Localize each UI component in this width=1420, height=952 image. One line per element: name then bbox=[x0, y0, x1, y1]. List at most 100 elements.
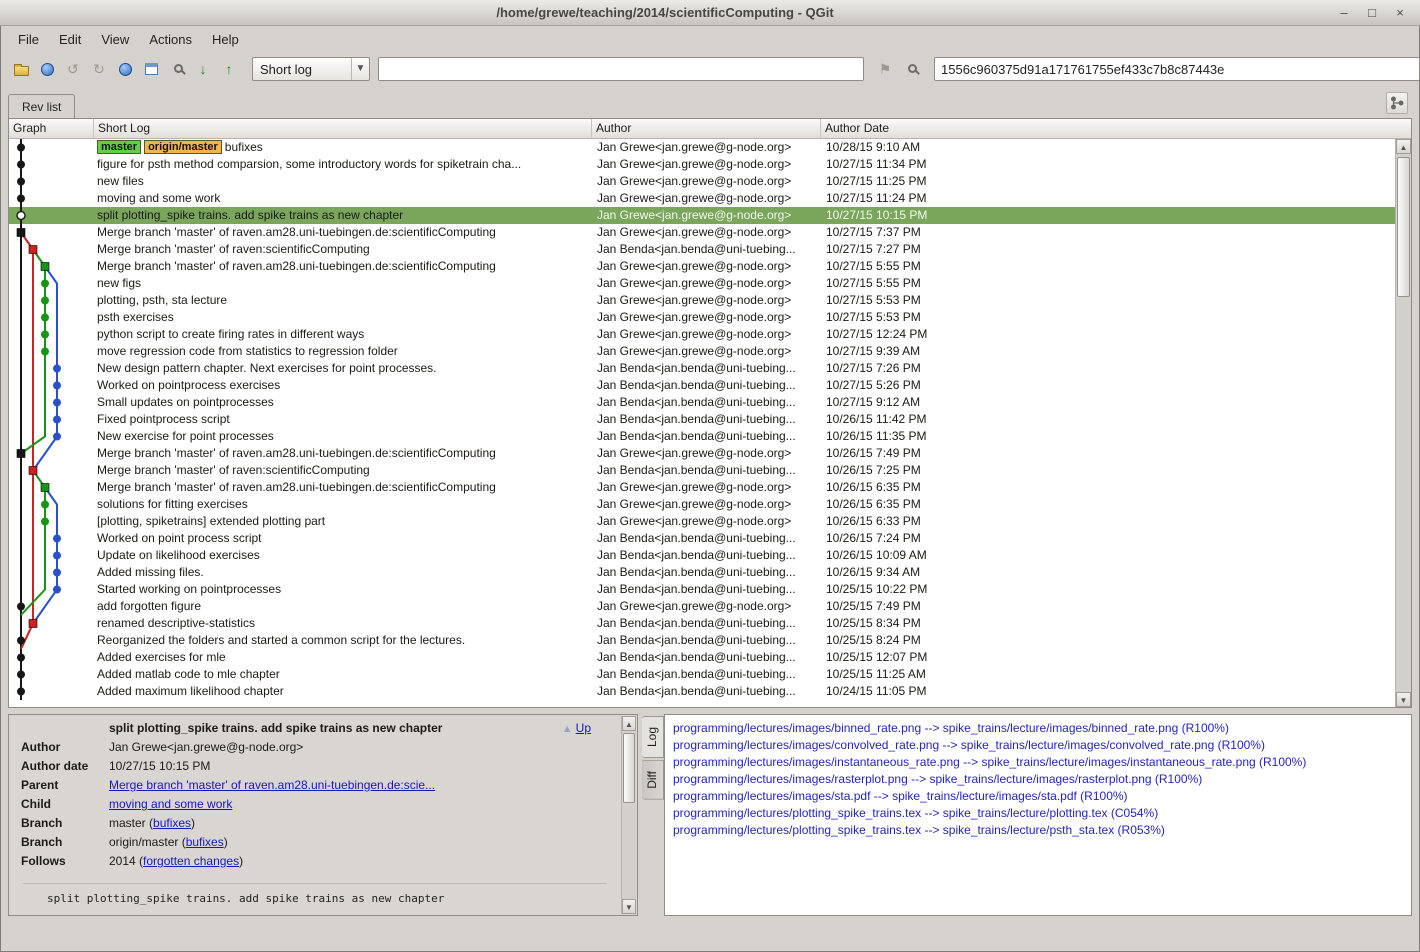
view-mode-button[interactable] bbox=[112, 56, 138, 82]
commit-row[interactable]: Merge branch 'master' of raven.am28.uni-… bbox=[9, 479, 1395, 496]
commit-row[interactable]: figure for psth method comparsion, some … bbox=[9, 156, 1395, 173]
detail-scroll-up-icon[interactable]: ▲ bbox=[622, 716, 636, 731]
close-button[interactable]: × bbox=[1386, 3, 1414, 23]
commit-row[interactable]: Merge branch 'master' of raven.am28.uni-… bbox=[9, 224, 1395, 241]
commit-row[interactable]: Merge branch 'master' of raven.am28.uni-… bbox=[9, 258, 1395, 275]
commit-row[interactable]: Merge branch 'master' of raven:scientifi… bbox=[9, 241, 1395, 258]
column-header-short-log[interactable]: Short Log bbox=[94, 119, 592, 138]
tree-view-button[interactable] bbox=[1386, 92, 1408, 114]
detail-scroll-down-icon[interactable]: ▼ bbox=[622, 899, 636, 914]
commit-row[interactable]: new files Jan Grewe<jan.grewe@g-node.org… bbox=[9, 173, 1395, 190]
commit-row[interactable]: Reorganized the folders and started a co… bbox=[9, 632, 1395, 649]
table-scrollbar[interactable]: ▲ ▼ bbox=[1395, 139, 1411, 707]
back-button[interactable]: ↺ bbox=[60, 56, 86, 82]
column-header-author[interactable]: Author bbox=[592, 119, 821, 138]
graph-cell bbox=[9, 292, 94, 309]
commit-row[interactable]: solutions for fitting exercises Jan Grew… bbox=[9, 496, 1395, 513]
menu-help[interactable]: Help bbox=[202, 29, 249, 50]
filter-input[interactable] bbox=[378, 57, 864, 81]
commit-date: 10/25/15 10:22 PM bbox=[821, 581, 1395, 598]
maximize-button[interactable]: □ bbox=[1358, 3, 1386, 23]
graph-cell bbox=[9, 360, 94, 377]
commit-row[interactable]: moving and some work Jan Grewe<jan.grewe… bbox=[9, 190, 1395, 207]
detail-field-link[interactable]: moving and some work bbox=[109, 795, 232, 814]
commit-row[interactable]: Added exercises for mle Jan Benda<jan.be… bbox=[9, 649, 1395, 666]
scroll-up-arrow-icon[interactable]: ▲ bbox=[1396, 139, 1411, 154]
commit-row[interactable]: New exercise for point processes Jan Ben… bbox=[9, 428, 1395, 445]
menu-actions[interactable]: Actions bbox=[139, 29, 202, 50]
open-repository-button[interactable] bbox=[8, 56, 34, 82]
commit-row[interactable]: psth exercises Jan Grewe<jan.grewe@g-nod… bbox=[9, 309, 1395, 326]
commit-row[interactable]: Update on likelihood exercises Jan Benda… bbox=[9, 547, 1395, 564]
detail-field-link[interactable]: Merge branch 'master' of raven.am28.uni-… bbox=[109, 776, 435, 795]
detail-field-link[interactable]: forgotten changes bbox=[143, 852, 239, 871]
commit-row[interactable]: Merge branch 'master' of raven:scientifi… bbox=[9, 462, 1395, 479]
go-down-button[interactable]: ↓ bbox=[190, 56, 216, 82]
commit-row[interactable]: Added missing files. Jan Benda<jan.benda… bbox=[9, 564, 1395, 581]
menu-view[interactable]: View bbox=[91, 29, 139, 50]
up-link[interactable]: ▲Up bbox=[562, 719, 591, 739]
file-rename-entry[interactable]: programming/lectures/images/convolved_ra… bbox=[673, 737, 1403, 754]
highlight-flag-button[interactable]: ⚑ bbox=[872, 56, 898, 82]
ref-badge-master: master bbox=[97, 140, 141, 154]
toggle-view-button[interactable] bbox=[138, 56, 164, 82]
file-rename-entry[interactable]: programming/lectures/plotting_spike_trai… bbox=[673, 805, 1403, 822]
file-rename-entry[interactable]: programming/lectures/images/sta.pdf --> … bbox=[673, 788, 1403, 805]
commit-row[interactable]: Worked on pointprocess exercises Jan Ben… bbox=[9, 377, 1395, 394]
minimize-button[interactable]: – bbox=[1330, 3, 1358, 23]
commit-row[interactable]: Merge branch 'master' of raven.am28.uni-… bbox=[9, 445, 1395, 462]
commit-row[interactable]: Worked on point process script Jan Benda… bbox=[9, 530, 1395, 547]
forward-button[interactable]: ↻ bbox=[86, 56, 112, 82]
commit-author: Jan Grewe<jan.grewe@g-node.org> bbox=[592, 139, 821, 156]
detail-field-link[interactable]: bufixes bbox=[153, 814, 191, 833]
detail-scrollbar-thumb[interactable] bbox=[623, 733, 635, 803]
commit-row[interactable]: Small updates on pointprocesses Jan Bend… bbox=[9, 394, 1395, 411]
commit-date: 10/27/15 7:27 PM bbox=[821, 241, 1395, 258]
commit-row[interactable]: renamed descriptive-statistics Jan Benda… bbox=[9, 615, 1395, 632]
commit-row[interactable]: split plotting_spike trains. add spike t… bbox=[9, 207, 1395, 224]
regex-search-button[interactable] bbox=[898, 56, 924, 82]
file-rename-entry[interactable]: programming/lectures/plotting_spike_trai… bbox=[673, 822, 1403, 839]
find-button[interactable] bbox=[164, 56, 190, 82]
commit-row[interactable]: plotting, psth, sta lecture Jan Grewe<ja… bbox=[9, 292, 1395, 309]
detail-field-value: 2014 ( bbox=[109, 852, 143, 871]
commit-row[interactable]: New design pattern chapter. Next exercis… bbox=[9, 360, 1395, 377]
detail-scrollbar[interactable]: ▲ ▼ bbox=[621, 716, 636, 914]
commit-author: Jan Grewe<jan.grewe@g-node.org> bbox=[592, 445, 821, 462]
tab-diff[interactable]: Diff bbox=[642, 760, 664, 800]
file-rename-entry[interactable]: programming/lectures/images/binned_rate.… bbox=[673, 720, 1403, 737]
commit-row[interactable]: [plotting, spiketrains] extended plottin… bbox=[9, 513, 1395, 530]
commit-row[interactable]: Fixed pointprocess script Jan Benda<jan.… bbox=[9, 411, 1395, 428]
graph-cell bbox=[9, 394, 94, 411]
commit-row[interactable]: python script to create firing rates in … bbox=[9, 326, 1395, 343]
commit-row[interactable]: Started working on pointprocesses Jan Be… bbox=[9, 581, 1395, 598]
column-header-author-date[interactable]: Author Date bbox=[821, 119, 1411, 138]
commit-row[interactable]: Added maximum likelihood chapter Jan Ben… bbox=[9, 683, 1395, 700]
file-rename-entry[interactable]: programming/lectures/images/rasterplot.p… bbox=[673, 771, 1403, 788]
sha-input[interactable] bbox=[934, 57, 1420, 81]
menu-file[interactable]: File bbox=[8, 29, 49, 50]
commit-author: Jan Grewe<jan.grewe@g-node.org> bbox=[592, 598, 821, 615]
commit-subject: [plotting, spiketrains] extended plottin… bbox=[94, 513, 592, 530]
menu-edit[interactable]: Edit bbox=[49, 29, 91, 50]
column-header-graph[interactable]: Graph bbox=[9, 119, 94, 138]
scroll-down-arrow-icon[interactable]: ▼ bbox=[1396, 692, 1411, 707]
commit-row[interactable]: new figs Jan Grewe<jan.grewe@g-node.org>… bbox=[9, 275, 1395, 292]
log-view-combo[interactable]: Short log ▼ bbox=[252, 57, 370, 81]
commit-date: 10/24/15 11:05 PM bbox=[821, 683, 1395, 700]
detail-field-link[interactable]: bufixes bbox=[186, 833, 224, 852]
commit-row[interactable]: add forgotten figure Jan Grewe<jan.grewe… bbox=[9, 598, 1395, 615]
table-scrollbar-thumb[interactable] bbox=[1397, 157, 1410, 297]
detail-field-suffix: ) bbox=[191, 814, 195, 833]
commit-row[interactable]: move regression code from statistics to … bbox=[9, 343, 1395, 360]
commit-author: Jan Benda<jan.benda@uni-tuebing... bbox=[592, 462, 821, 479]
commit-row[interactable]: masterorigin/masterbufixes Jan Grewe<jan… bbox=[9, 139, 1395, 156]
commit-row[interactable]: Added matlab code to mle chapter Jan Ben… bbox=[9, 666, 1395, 683]
tab-rev-list[interactable]: Rev list bbox=[8, 94, 75, 118]
file-rename-entry[interactable]: programming/lectures/images/instantaneou… bbox=[673, 754, 1403, 771]
commit-subject: Merge branch 'master' of raven.am28.uni-… bbox=[94, 479, 592, 496]
commit-date: 10/25/15 11:25 AM bbox=[821, 666, 1395, 683]
tab-log[interactable]: Log bbox=[642, 716, 664, 758]
go-up-button[interactable]: ↑ bbox=[216, 56, 242, 82]
home-button[interactable] bbox=[34, 56, 60, 82]
